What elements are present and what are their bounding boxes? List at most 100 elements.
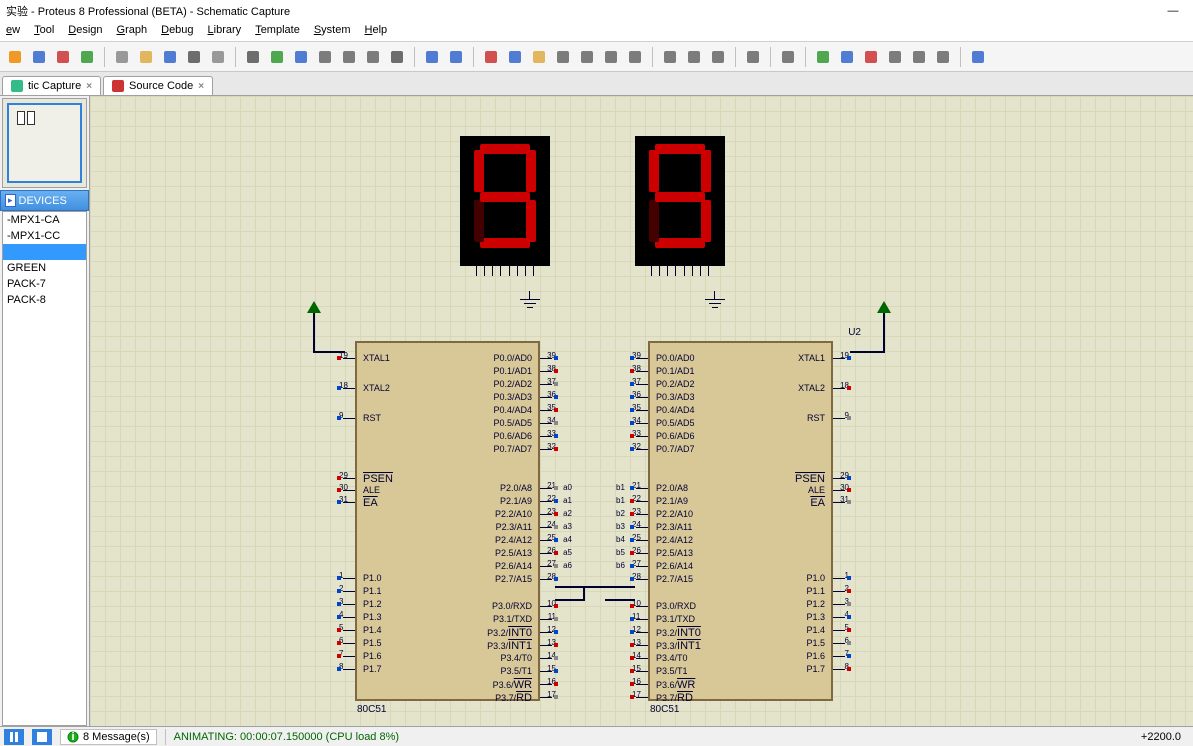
- seven-segment-display-2[interactable]: [635, 136, 725, 266]
- menu-template[interactable]: Template: [249, 22, 306, 41]
- minimize-button[interactable]: —: [1159, 2, 1187, 20]
- pin-label: XTAL1: [363, 353, 390, 363]
- menu-debug[interactable]: Debug: [155, 22, 199, 41]
- toolbar-area-button[interactable]: [207, 46, 229, 68]
- wire-txd-b: [605, 599, 635, 601]
- toolbar-erc-button[interactable]: [812, 46, 834, 68]
- toolbar-pan-button[interactable]: [290, 46, 312, 68]
- toolbar-terminals-button[interactable]: [742, 46, 764, 68]
- menu-system[interactable]: System: [308, 22, 357, 41]
- title-bar: 实验 - Proteus 8 Professional (BETA) - Sch…: [0, 0, 1193, 22]
- pin-label: P3.5/T1: [500, 666, 532, 676]
- pin-label: P0.5/AD5: [493, 418, 532, 428]
- pin-label: P3.1/TXD: [656, 614, 695, 624]
- schematic-canvas[interactable]: 80C51 XTAL119XTAL218RST9PSEN29ALE30EA31P…: [90, 96, 1193, 726]
- toolbar-find-button[interactable]: [932, 46, 954, 68]
- toolbar-zoom-in-button[interactable]: [314, 46, 336, 68]
- toolbar-grid-button[interactable]: [242, 46, 264, 68]
- pin-label: P1.6: [363, 651, 382, 661]
- pause-button[interactable]: [4, 729, 24, 745]
- tab-icon: [11, 80, 23, 92]
- toolbar-script-button[interactable]: [707, 46, 729, 68]
- menu-help[interactable]: Help: [359, 22, 394, 41]
- stop-button[interactable]: [32, 729, 52, 745]
- devices-list[interactable]: -MPX1-CA-MPX1-CC GREENPACK-7PACK-8: [2, 211, 87, 726]
- toolbar-netlist-button[interactable]: [836, 46, 858, 68]
- pin-label: XTAL2: [798, 383, 825, 393]
- toolbar-vsmlib-button[interactable]: [76, 46, 98, 68]
- toolbar-block-move-button[interactable]: [576, 46, 598, 68]
- device-item[interactable]: PACK-8: [3, 292, 86, 308]
- toolbar-print-button[interactable]: [183, 46, 205, 68]
- menu-graph[interactable]: Graph: [111, 22, 154, 41]
- toolbar-origin-button[interactable]: [266, 46, 288, 68]
- toolbar-new-sheet-button[interactable]: [884, 46, 906, 68]
- toolbar-zoom-all-button[interactable]: [386, 46, 408, 68]
- tab-close-button[interactable]: ×: [86, 81, 92, 92]
- toolbar-help-button[interactable]: [967, 46, 989, 68]
- pin-label: P3.7/RD: [656, 692, 693, 704]
- toolbar-zoom-out-button[interactable]: [338, 46, 360, 68]
- pin-label: P2.2/A10: [495, 509, 532, 519]
- toolbar-wire-label-button[interactable]: [683, 46, 705, 68]
- toolbar-bom-button[interactable]: [860, 46, 882, 68]
- pin-label: P0.5/AD5: [656, 418, 695, 428]
- ground-symbol-1: [520, 291, 540, 309]
- toolbar-paste-button[interactable]: [528, 46, 550, 68]
- toolbar-cut-button[interactable]: [480, 46, 502, 68]
- toolbar-isis-button[interactable]: [28, 46, 50, 68]
- chip-u2-80c51[interactable]: U2 80C51 P0.0/AD039P0.1/AD138P0.2/AD237P…: [648, 341, 833, 701]
- pin-label: P0.1/AD1: [656, 366, 695, 376]
- device-item[interactable]: -MPX1-CC: [3, 228, 86, 244]
- tab-tic-capture[interactable]: tic Capture×: [2, 76, 101, 95]
- toolbar-redo-button[interactable]: [445, 46, 467, 68]
- chip-u2-ref: U2: [848, 327, 861, 338]
- toolbar-home-button[interactable]: [4, 46, 26, 68]
- pin-label: P2.7/A15: [656, 574, 693, 584]
- tab-source-code[interactable]: Source Code×: [103, 76, 213, 95]
- pin-label: P1.3: [363, 612, 382, 622]
- toolbar-save-button[interactable]: [159, 46, 181, 68]
- pin-label: P0.3/AD3: [493, 392, 532, 402]
- main-toolbar: [0, 42, 1193, 72]
- devices-header: ▸ DEVICES: [0, 190, 89, 211]
- overview-pane[interactable]: [2, 98, 87, 188]
- device-item[interactable]: GREEN: [3, 260, 86, 276]
- toolbar-ares-button[interactable]: [52, 46, 74, 68]
- pin-label: P0.4/AD4: [493, 405, 532, 415]
- toolbar-open-button[interactable]: [135, 46, 157, 68]
- seven-segment-display-1[interactable]: [460, 136, 550, 266]
- pin-label: P1.1: [806, 586, 825, 596]
- pin-label: P2.1/A9: [656, 496, 688, 506]
- pin-label: P2.1/A9: [500, 496, 532, 506]
- coordinate-readout: +2200.0: [1141, 731, 1189, 743]
- menu-bar: ewToolDesignGraphDebugLibraryTemplateSys…: [0, 22, 1193, 42]
- pin-label: P0.0/AD0: [493, 353, 532, 363]
- toolbar-block-rotate-button[interactable]: [600, 46, 622, 68]
- device-item[interactable]: PACK-7: [3, 276, 86, 292]
- wire-txd-a: [555, 599, 585, 601]
- toolbar-block-copy-button[interactable]: [552, 46, 574, 68]
- device-item[interactable]: [3, 244, 86, 260]
- menu-design[interactable]: Design: [62, 22, 108, 41]
- toolbar-block-delete-button[interactable]: [624, 46, 646, 68]
- messages-badge[interactable]: i 8 Message(s): [60, 729, 157, 745]
- pin-label: P1.1: [363, 586, 382, 596]
- devices-header-label: DEVICES: [19, 195, 67, 207]
- pin-label: ALE: [808, 485, 825, 495]
- menu-ew[interactable]: ew: [0, 22, 26, 41]
- pin-label: P0.7/AD7: [656, 444, 695, 454]
- toolbar-new-button[interactable]: [111, 46, 133, 68]
- tab-close-button[interactable]: ×: [198, 81, 204, 92]
- pin-label: P0.2/AD2: [493, 379, 532, 389]
- menu-tool[interactable]: Tool: [28, 22, 60, 41]
- toolbar-copy-button[interactable]: [504, 46, 526, 68]
- toolbar-del-sheet-button[interactable]: [908, 46, 930, 68]
- toolbar-undo-button[interactable]: [421, 46, 443, 68]
- device-item[interactable]: -MPX1-CA: [3, 212, 86, 228]
- toolbar-zoom-area-button[interactable]: [362, 46, 384, 68]
- toolbar-pick-button[interactable]: [659, 46, 681, 68]
- menu-library[interactable]: Library: [202, 22, 248, 41]
- chip-u1-80c51[interactable]: 80C51 XTAL119XTAL218RST9PSEN29ALE30EA31P…: [355, 341, 540, 701]
- toolbar-play-group-button[interactable]: [777, 46, 799, 68]
